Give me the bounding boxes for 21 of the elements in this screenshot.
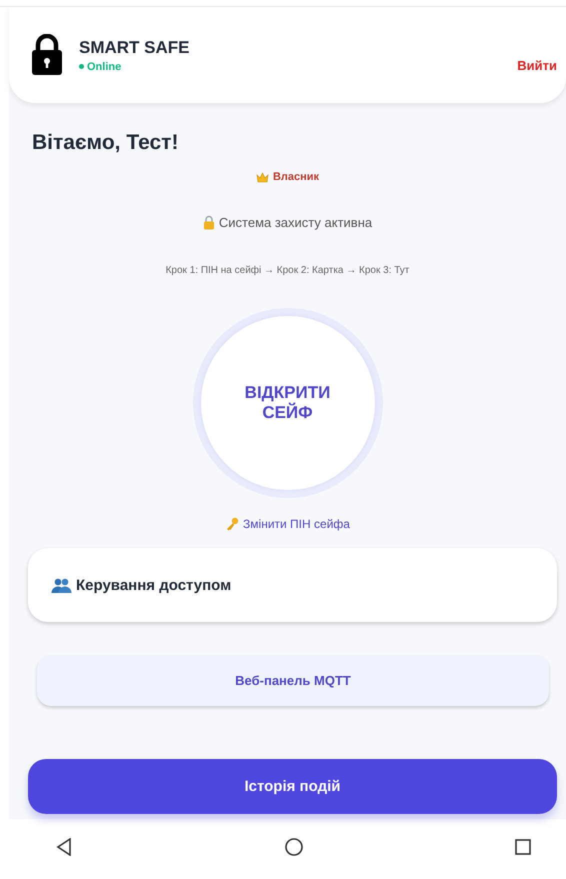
steps-hint: Крок 1: ПІН на сейфі → Крок 2: Картка → Крок 3: Тут	[166, 265, 410, 276]
role-label: Власник	[272, 171, 320, 183]
connection-status: Online	[79, 60, 122, 72]
users-icon	[51, 578, 72, 592]
greeting: Вітаємо, Тест!	[32, 131, 180, 155]
mqtt-panel-button[interactable]: Веб-панель MQTT	[37, 655, 549, 706]
security-status: Система захисту активна	[218, 215, 372, 230]
back-icon[interactable]	[56, 838, 72, 856]
card-title: Керування доступом	[76, 576, 232, 594]
logout-button[interactable]: Вийти	[517, 58, 557, 72]
history-button[interactable]: Історія подій	[28, 759, 557, 814]
crown-icon	[256, 172, 269, 182]
access-card[interactable]: Керування доступом	[28, 548, 557, 622]
padlock-icon	[202, 215, 215, 230]
home-icon[interactable]	[284, 838, 302, 856]
change-pin-link[interactable]: Змінити ПІН сейфа	[243, 517, 350, 531]
padlock-icon	[31, 34, 63, 76]
app-title: SMART SAFE	[79, 38, 190, 58]
key-icon	[225, 517, 240, 531]
open-safe-button[interactable]: ВІДКРИТИ СЕЙФ	[200, 316, 374, 490]
recents-icon[interactable]	[515, 839, 531, 855]
